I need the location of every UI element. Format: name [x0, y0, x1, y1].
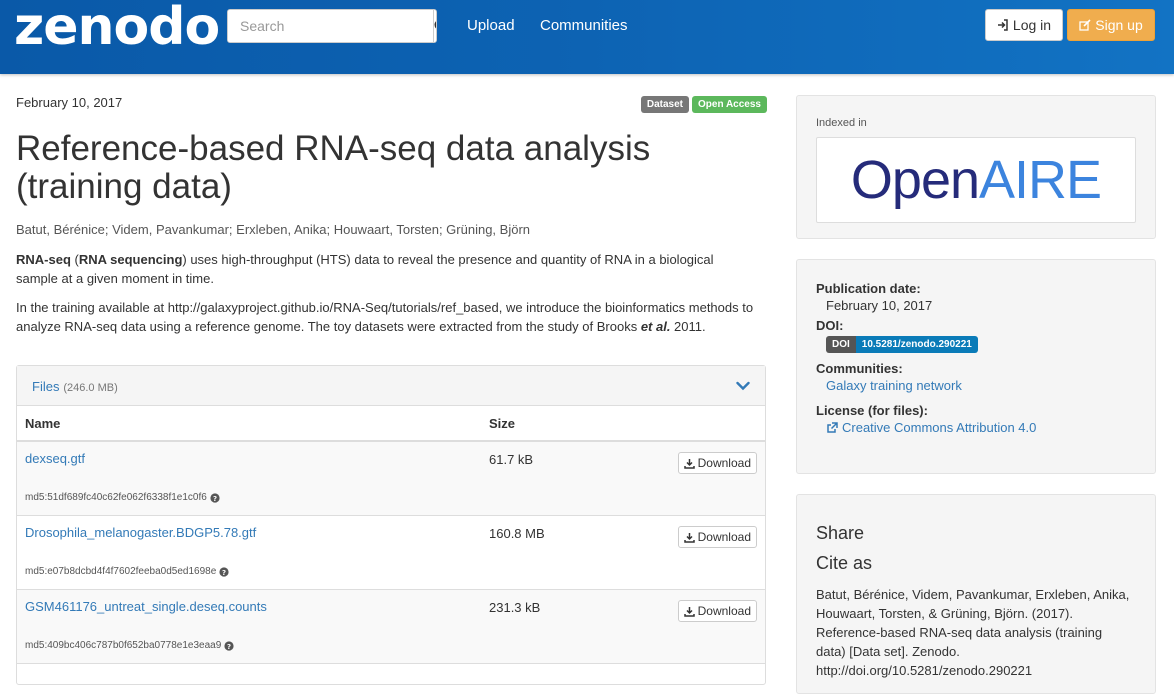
share-title: Share	[816, 523, 865, 543]
citation-text: Batut, Bérénice, Videm, Pavankumar, Erxl…	[816, 587, 1130, 678]
doi-badge[interactable]: DOI 10.5281/zenodo.290221	[826, 335, 1136, 353]
download-button[interactable]: Download	[677, 526, 757, 548]
file-size: 160.8 MB	[489, 526, 545, 541]
cite-title: Cite as	[816, 553, 873, 573]
record-badges: Dataset Open Access	[640, 96, 767, 113]
files-total-size: (246.0 MB)	[63, 381, 118, 394]
desc-text: (	[70, 252, 79, 267]
search-icon	[434, 21, 436, 29]
indexed-in-card: Indexed in OpenAIRE	[796, 95, 1156, 239]
badge-open-access[interactable]: Open Access	[692, 96, 767, 113]
desc-text: 2011.	[670, 319, 706, 334]
indexed-in-label: Indexed in	[816, 117, 867, 129]
download-button[interactable]: Download	[677, 452, 757, 474]
search-bar	[227, 9, 437, 43]
community-link[interactable]: Galaxy training network	[826, 378, 1136, 393]
pub-date-label: Publication date:	[816, 281, 921, 296]
file-size: 61.7 kB	[489, 452, 534, 467]
description-paragraph-2: In the training available at http://gala…	[16, 298, 756, 336]
table-row: dexseq.gtf 61.7 kB Download md5:51df689f…	[17, 442, 765, 516]
signup-label: Sign up	[1095, 17, 1143, 33]
record-date: February 10, 2017	[16, 95, 123, 110]
openaire-logo[interactable]: OpenAIRE	[816, 137, 1136, 223]
external-link-icon	[827, 421, 838, 433]
file-link[interactable]: GSM461176_untreat_single.deseq.counts	[25, 599, 267, 614]
openaire-logo-aire: AIRE	[979, 150, 1102, 210]
badge-dataset[interactable]: Dataset	[640, 96, 689, 113]
col-size-header: Size	[489, 415, 516, 431]
record-details-card: Publication date: February 10, 2017 DOI:…	[796, 259, 1156, 474]
description-paragraph-1: RNA-seq (RNA sequencing) uses high-throu…	[16, 250, 756, 288]
question-circle-icon[interactable]: ?	[210, 492, 220, 503]
pub-date-value: February 10, 2017	[826, 298, 933, 313]
file-size: 231.3 kB	[489, 600, 541, 615]
download-icon	[683, 606, 695, 617]
sign-in-icon	[997, 19, 1008, 31]
signup-button[interactable]: Sign up	[1067, 9, 1155, 41]
table-row: GSM461176_untreat_single.deseq.counts 23…	[17, 590, 765, 664]
file-link[interactable]: dexseq.gtf	[25, 451, 85, 466]
nav-upload[interactable]: Upload	[467, 17, 515, 34]
files-panel-header[interactable]: Files (246.0 MB)	[17, 366, 765, 406]
record-title: Reference-based RNA-seq data analysis (t…	[16, 129, 651, 206]
record-authors: Batut, Bérénice; Videm, Pavankumar; Erxl…	[16, 222, 531, 237]
desc-bold-rnaseq-full: RNA sequencing	[78, 252, 183, 267]
login-label: Log in	[1012, 17, 1052, 33]
files-title[interactable]: Files	[32, 379, 59, 394]
share-card: Share Cite as Batut, Bérénice, Videm, Pa…	[796, 494, 1156, 694]
openaire-logo-open: Open	[850, 150, 980, 210]
md5-text: md5:e07b8dcbd4f4f7602feeba0d5ed1698e	[25, 566, 217, 577]
files-panel: Files (246.0 MB) Name Size dexseq.gtf 61…	[16, 365, 766, 685]
desc-bold-rnaseq: RNA-seq	[16, 252, 71, 267]
question-circle-icon[interactable]: ?	[219, 566, 229, 577]
download-label: Download	[697, 604, 751, 618]
doi-badge-prefix: DOI	[826, 336, 856, 353]
download-icon	[683, 532, 695, 543]
download-icon	[683, 458, 695, 469]
search-input[interactable]	[228, 10, 433, 42]
svg-text:?: ?	[213, 495, 217, 503]
col-name-header: Name	[25, 415, 61, 431]
file-checksum: md5:51df689fc40c62fe062f6338f1e1c0f6 ?	[25, 492, 220, 503]
top-navbar: zenodo Upload Communities Log in Sign up	[0, 0, 1174, 74]
md5-text: md5:51df689fc40c62fe062f6338f1e1c0f6	[25, 492, 207, 503]
license-label: License (for files):	[816, 403, 928, 418]
search-button[interactable]	[433, 10, 436, 42]
file-checksum: md5:e07b8dcbd4f4f7602feeba0d5ed1698e ?	[25, 566, 229, 577]
svg-text:?: ?	[227, 643, 231, 651]
doi-badge-value: 10.5281/zenodo.290221	[855, 336, 978, 353]
license-link[interactable]: Creative Commons Attribution 4.0	[826, 420, 1136, 435]
nav-communities[interactable]: Communities	[540, 17, 628, 34]
chevron-down-icon[interactable]	[736, 381, 750, 391]
table-row: Drosophila_melanogaster.BDGP5.78.gtf 160…	[17, 516, 765, 590]
license-text: Creative Commons Attribution 4.0	[842, 420, 1037, 435]
file-checksum: md5:409bc406c787b0f652ba0778e1e3eaa9 ?	[25, 640, 234, 651]
edit-icon	[1079, 19, 1091, 31]
desc-emphasis: et al.	[640, 319, 671, 334]
file-link[interactable]: Drosophila_melanogaster.BDGP5.78.gtf	[25, 525, 256, 540]
files-table-header: Name Size	[17, 406, 765, 442]
communities-label: Communities:	[816, 361, 903, 376]
files-table-body: dexseq.gtf 61.7 kB Download md5:51df689f…	[17, 442, 765, 664]
download-button[interactable]: Download	[677, 600, 757, 622]
download-label: Download	[697, 456, 751, 470]
zenodo-logo[interactable]: zenodo	[14, 1, 220, 53]
doi-label: DOI:	[816, 318, 844, 333]
md5-text: md5:409bc406c787b0f652ba0778e1e3eaa9	[25, 640, 222, 651]
svg-text:?: ?	[222, 569, 226, 577]
question-circle-icon[interactable]: ?	[224, 640, 234, 651]
login-button[interactable]: Log in	[985, 9, 1063, 41]
download-label: Download	[697, 530, 751, 544]
